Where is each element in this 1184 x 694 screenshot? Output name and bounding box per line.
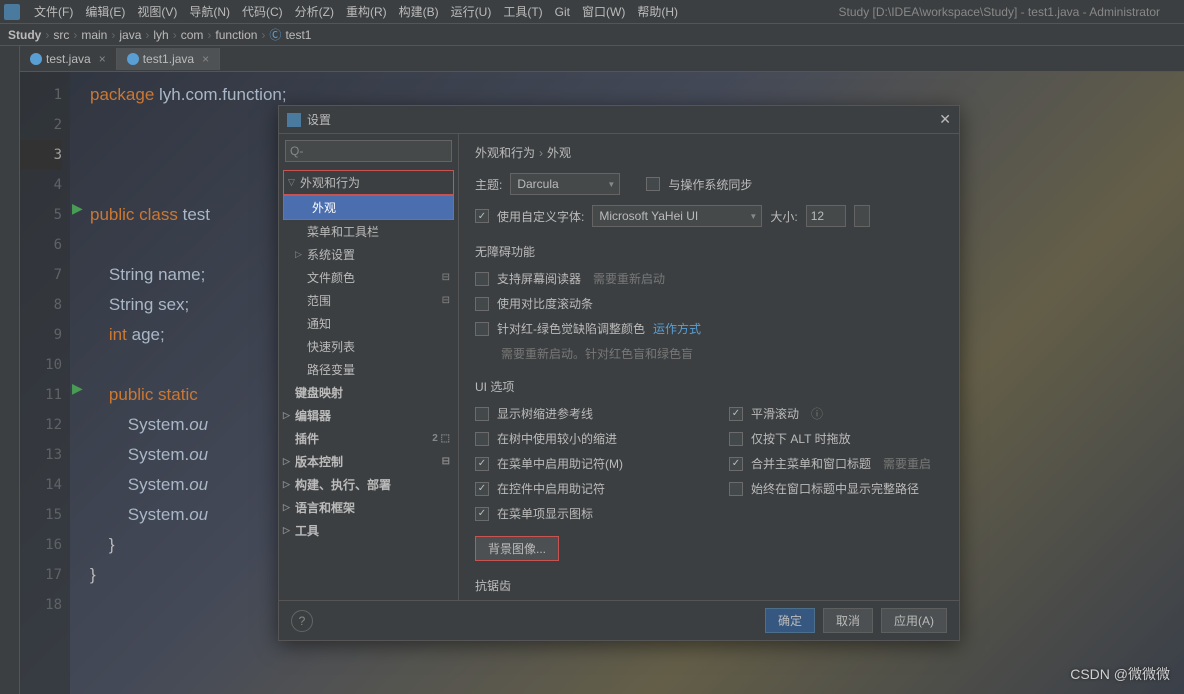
breadcrumb-item[interactable]: lyh: [153, 28, 168, 42]
tree-item[interactable]: ▷编辑器: [279, 404, 458, 427]
smooth-scroll-checkbox[interactable]: [729, 407, 743, 421]
breadcrumb-item[interactable]: src: [53, 28, 69, 42]
line-gutter: 1234 5678 9101112 13141516 1718 ▶ ▶: [20, 72, 70, 694]
menu-edit[interactable]: 编辑(E): [79, 3, 131, 20]
tree-item[interactable]: ▷工具: [279, 519, 458, 542]
help-button[interactable]: ?: [291, 610, 313, 632]
background-image-button[interactable]: 背景图像...: [475, 536, 559, 561]
dialog-title: 设置: [307, 111, 331, 128]
class-icon: Ⓒ: [269, 26, 281, 43]
tree-indent-checkbox[interactable]: [475, 407, 489, 421]
tree-item[interactable]: ▷版本控制⊟: [279, 450, 458, 473]
ok-button[interactable]: 确定: [765, 608, 815, 633]
menu-build[interactable]: 构建(B): [393, 3, 445, 20]
class-icon: [127, 53, 139, 65]
content-breadcrumb: 外观和行为›外观: [475, 144, 943, 161]
tree-item[interactable]: 插件2 ⬚: [279, 427, 458, 450]
tree-item[interactable]: ▽外观和行为: [283, 170, 454, 195]
side-toolbar: [0, 46, 20, 694]
font-size-spinner[interactable]: [854, 205, 870, 227]
small-indent-checkbox[interactable]: [475, 432, 489, 446]
settings-tree: ▽外观和行为外观菜单和工具栏▷系统设置文件颜色⊟范围⊟通知快速列表路径变量键盘映…: [279, 168, 458, 600]
tree-item[interactable]: 快速列表: [279, 335, 458, 358]
dialog-footer: ? 确定 取消 应用(A): [279, 600, 959, 640]
tree-item[interactable]: 文件颜色⊟: [279, 266, 458, 289]
font-size-label: 大小:: [770, 208, 797, 225]
run-gutter-icon[interactable]: ▶: [72, 200, 83, 217]
sync-os-label: 与操作系统同步: [668, 176, 752, 193]
class-icon: [30, 53, 42, 65]
contrast-scroll-checkbox[interactable]: [475, 297, 489, 311]
tree-item[interactable]: 通知: [279, 312, 458, 335]
mnemonics-ctrl-checkbox[interactable]: [475, 482, 489, 496]
tree-item[interactable]: ▷构建、执行、部署: [279, 473, 458, 496]
settings-sidebar: Q- ▽外观和行为外观菜单和工具栏▷系统设置文件颜色⊟范围⊟通知快速列表路径变量…: [279, 134, 459, 600]
app-icon: [287, 113, 301, 127]
custom-font-checkbox[interactable]: [475, 209, 489, 223]
font-select[interactable]: Microsoft YaHei UI: [592, 205, 762, 227]
mnemonics-menu-checkbox[interactable]: [475, 457, 489, 471]
menu-git[interactable]: Git: [549, 5, 576, 19]
section-accessibility: 无障碍功能: [475, 243, 943, 260]
tree-item[interactable]: ▷语言和框架: [279, 496, 458, 519]
tree-item[interactable]: 菜单和工具栏: [279, 220, 458, 243]
font-size-input[interactable]: [806, 205, 846, 227]
code-content[interactable]: package lyh.com.function; public class t…: [90, 80, 287, 590]
help-icon[interactable]: ⓘ: [811, 405, 823, 422]
close-icon[interactable]: ×: [99, 52, 106, 66]
menu-window[interactable]: 窗口(W): [576, 3, 631, 20]
color-deficiency-checkbox[interactable]: [475, 322, 489, 336]
tab-test1-java[interactable]: test1.java×: [117, 48, 220, 70]
menu-navigate[interactable]: 导航(N): [183, 3, 236, 20]
show-icons-checkbox[interactable]: [475, 507, 489, 521]
watermark: CSDN @微微微: [1070, 664, 1170, 684]
section-ui-options: UI 选项: [475, 378, 943, 395]
menu-code[interactable]: 代码(C): [236, 3, 289, 20]
settings-search[interactable]: Q-: [285, 140, 452, 162]
run-gutter-icon[interactable]: ▶: [72, 380, 83, 397]
custom-font-label: 使用自定义字体:: [497, 208, 584, 225]
breadcrumb-item[interactable]: test1: [285, 28, 311, 42]
menu-analyze[interactable]: 分析(Z): [289, 3, 340, 20]
breadcrumb-item[interactable]: main: [81, 28, 107, 42]
tree-item[interactable]: ▷系统设置: [279, 243, 458, 266]
menu-view[interactable]: 视图(V): [131, 3, 183, 20]
tree-item[interactable]: 键盘映射: [279, 381, 458, 404]
tree-item[interactable]: 外观: [283, 195, 454, 220]
sync-os-checkbox[interactable]: [646, 177, 660, 191]
full-path-checkbox[interactable]: [729, 482, 743, 496]
how-it-works-link[interactable]: 运作方式: [653, 320, 701, 337]
settings-dialog: 设置 ✕ Q- ▽外观和行为外观菜单和工具栏▷系统设置文件颜色⊟范围⊟通知快速列…: [278, 105, 960, 641]
theme-select[interactable]: Darcula: [510, 173, 620, 195]
merge-menu-checkbox[interactable]: [729, 457, 743, 471]
menu-run[interactable]: 运行(U): [445, 3, 498, 20]
menubar: 文件(F) 编辑(E) 视图(V) 导航(N) 代码(C) 分析(Z) 重构(R…: [0, 0, 1184, 24]
apply-button[interactable]: 应用(A): [881, 608, 947, 633]
breadcrumb-item[interactable]: com: [181, 28, 204, 42]
editor-tabs: test.java× test1.java×: [20, 46, 1184, 72]
tab-test-java[interactable]: test.java×: [20, 48, 117, 70]
close-icon[interactable]: ✕: [939, 111, 951, 128]
breadcrumb-item[interactable]: java: [119, 28, 141, 42]
section-antialiasing: 抗锯齿: [475, 577, 943, 594]
breadcrumb-item[interactable]: Study: [8, 28, 41, 42]
theme-label: 主题:: [475, 176, 502, 193]
close-icon[interactable]: ×: [202, 52, 209, 66]
menu-tools[interactable]: 工具(T): [497, 3, 548, 20]
breadcrumb-item[interactable]: function: [215, 28, 257, 42]
search-icon: Q-: [290, 144, 303, 158]
menu-file[interactable]: 文件(F): [28, 3, 79, 20]
tree-item[interactable]: 路径变量: [279, 358, 458, 381]
window-title: Study [D:\IDEA\workspace\Study] - test1.…: [839, 5, 1160, 19]
alt-dnd-checkbox[interactable]: [729, 432, 743, 446]
screen-reader-checkbox[interactable]: [475, 272, 489, 286]
menu-refactor[interactable]: 重构(R): [340, 3, 393, 20]
tree-item[interactable]: 范围⊟: [279, 289, 458, 312]
app-logo-icon: [4, 4, 20, 20]
settings-content: 外观和行为›外观 主题: Darcula 与操作系统同步 使用自定义字体: Mi…: [459, 134, 959, 600]
menu-help[interactable]: 帮助(H): [631, 3, 684, 20]
breadcrumb: Study› src› main› java› lyh› com› functi…: [0, 24, 1184, 46]
cancel-button[interactable]: 取消: [823, 608, 873, 633]
dialog-titlebar: 设置 ✕: [279, 106, 959, 134]
